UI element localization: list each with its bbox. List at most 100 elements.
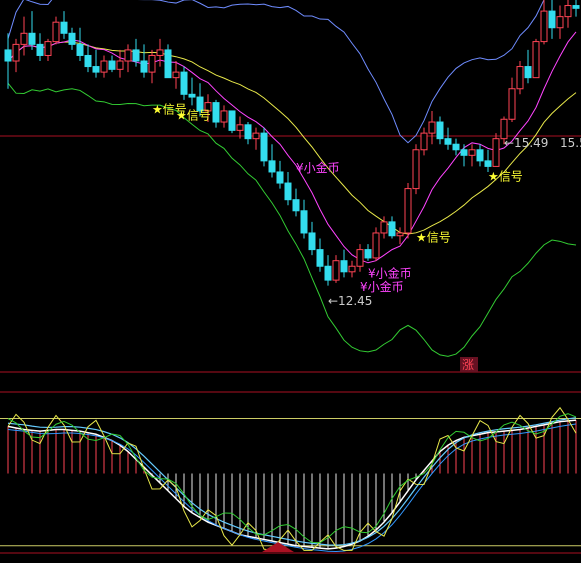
chart-stage: ★信号★信号★信号★信号¥小金币¥小金币¥小金币←12.45←15.4915.5… xyxy=(0,0,581,559)
candle-body xyxy=(524,66,532,79)
candle xyxy=(68,27,76,50)
candle-body xyxy=(316,249,324,267)
candle xyxy=(180,66,188,100)
candle-body xyxy=(484,160,492,167)
candle xyxy=(156,38,164,67)
candle xyxy=(228,110,236,134)
candle xyxy=(468,144,476,167)
candle-body xyxy=(84,54,92,68)
candle-body xyxy=(452,143,460,151)
candle-body xyxy=(444,138,452,145)
candle xyxy=(148,49,156,84)
candle-body xyxy=(4,49,12,62)
candle xyxy=(92,49,100,78)
candle-body xyxy=(564,5,572,18)
candle xyxy=(220,105,228,128)
candle-body xyxy=(476,149,484,162)
rise-badge-text: 涨 xyxy=(462,357,474,372)
candle-body xyxy=(396,232,404,237)
candle xyxy=(36,33,44,62)
candle xyxy=(140,44,148,78)
candle-body xyxy=(268,160,276,173)
candle xyxy=(516,61,524,95)
candle xyxy=(532,38,540,79)
candle-body xyxy=(132,49,140,62)
candle-body xyxy=(124,49,132,62)
candle xyxy=(476,144,484,167)
candle xyxy=(508,77,516,123)
candle-body xyxy=(20,32,28,45)
candle-body xyxy=(292,199,300,212)
candle-body xyxy=(220,110,228,123)
candle xyxy=(100,55,108,78)
candle xyxy=(20,16,28,56)
candle-body xyxy=(28,32,36,45)
candle xyxy=(572,0,580,17)
candle xyxy=(564,0,572,28)
candle-body xyxy=(148,54,156,73)
candle-body xyxy=(460,149,468,156)
oscillator-bars xyxy=(7,420,577,549)
candle xyxy=(60,11,68,39)
candle-body xyxy=(244,124,252,140)
candle-body xyxy=(140,60,148,73)
candle-body xyxy=(388,221,396,237)
candle-body xyxy=(412,149,420,190)
candle-body xyxy=(108,60,116,70)
candle-body xyxy=(172,71,180,79)
candle-body xyxy=(228,110,236,131)
annotation-label: ←12.45 xyxy=(328,294,372,308)
candle-body xyxy=(340,260,348,273)
candle xyxy=(284,171,292,206)
candle xyxy=(388,216,396,239)
candle xyxy=(412,144,420,195)
candle xyxy=(556,5,564,39)
candle-body xyxy=(252,132,260,140)
candle-body xyxy=(100,60,108,73)
annotation-label: ¥小金币 xyxy=(296,160,340,175)
candle xyxy=(444,127,452,150)
candle xyxy=(172,61,180,89)
candle-body xyxy=(116,60,124,70)
candle xyxy=(420,127,428,156)
candle xyxy=(276,160,284,189)
annotation-label: ★信号 xyxy=(176,108,211,122)
candle xyxy=(348,260,356,278)
candle xyxy=(260,127,268,167)
candle-body xyxy=(324,265,332,281)
candle-body xyxy=(52,21,60,43)
candle xyxy=(308,221,316,256)
candle-body xyxy=(68,32,76,45)
candle-body xyxy=(348,265,356,273)
candle-body xyxy=(492,138,500,167)
candle xyxy=(356,244,364,272)
candle xyxy=(364,244,372,261)
candle xyxy=(4,33,12,89)
oscillator-lines xyxy=(7,406,577,552)
lower-band-line xyxy=(7,82,577,357)
candle xyxy=(268,144,276,178)
candle xyxy=(236,116,244,139)
candle-body xyxy=(572,5,580,9)
candle xyxy=(244,122,252,145)
chart-svg: ★信号★信号★信号★信号¥小金币¥小金币¥小金币←12.45←15.4915.5… xyxy=(0,0,581,554)
candle-body xyxy=(180,71,188,95)
candle-body xyxy=(284,182,292,201)
candle-body xyxy=(508,88,516,120)
candle-body xyxy=(44,41,52,56)
candle xyxy=(540,0,548,45)
candle xyxy=(404,183,412,239)
candle-body xyxy=(372,232,380,259)
candle xyxy=(452,138,460,156)
annotation-label: ★信号 xyxy=(488,169,523,183)
candle-body xyxy=(540,10,548,43)
oscillator-line-white xyxy=(7,419,577,550)
candle xyxy=(108,55,116,73)
candle-body xyxy=(92,66,100,73)
candle-body xyxy=(380,221,388,234)
candle-body xyxy=(76,43,84,56)
candle xyxy=(324,255,332,286)
candle-body xyxy=(516,66,524,90)
candle-body xyxy=(300,210,308,234)
candle-body xyxy=(260,132,268,162)
